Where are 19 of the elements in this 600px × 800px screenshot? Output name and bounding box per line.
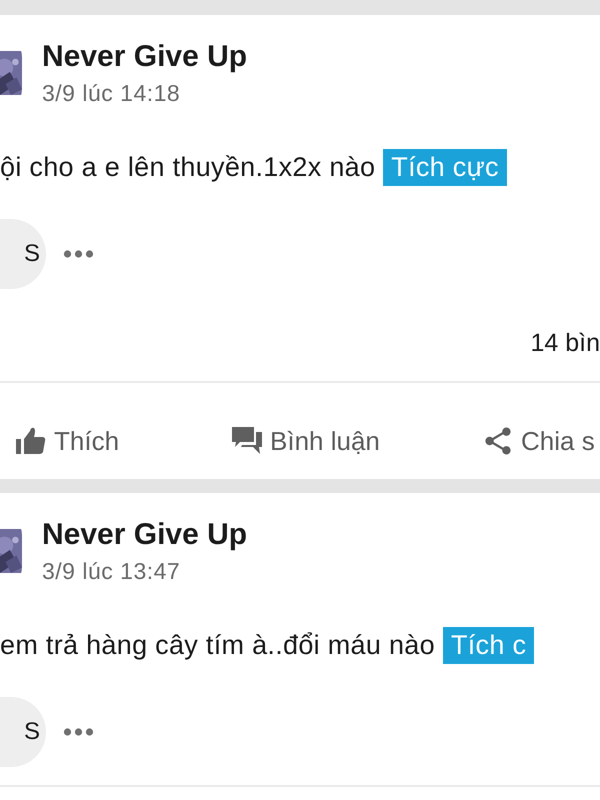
post-time[interactable]: 3/9 lúc 13:47 [42, 558, 248, 584]
author-name[interactable]: Never Give Up [42, 40, 248, 74]
comment-count[interactable]: 14 bìn [530, 328, 600, 358]
share-icon [483, 427, 513, 455]
post-time[interactable]: 3/9 lúc 14:18 [42, 80, 248, 106]
author-name[interactable]: Never Give Up [42, 518, 248, 552]
sentiment-tag: Tích c [442, 626, 534, 664]
more-icon[interactable] [62, 727, 95, 737]
post-text: em trả hàng cây tím à..đổi máu nào [0, 630, 435, 660]
like-button[interactable]: Thích [16, 426, 232, 456]
sentiment-tag: Tích cực [383, 148, 507, 186]
post-text: ội cho a e lên thuyền.1x2x nào [0, 152, 376, 182]
reaction-letter: S [24, 718, 40, 746]
more-icon[interactable] [62, 249, 95, 259]
reaction-letter: S [24, 240, 40, 268]
thumbs-up-icon [16, 427, 46, 455]
comment-button[interactable]: Bình luận [232, 426, 483, 456]
share-button[interactable]: Chia s [483, 426, 595, 456]
comment-icon [232, 427, 262, 455]
